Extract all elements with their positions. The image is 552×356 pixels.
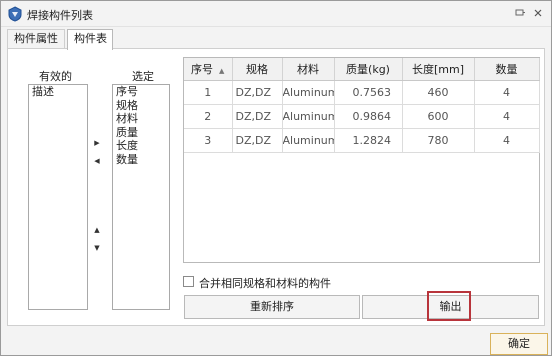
close-icon[interactable]: [531, 7, 545, 21]
tab-component-properties[interactable]: 构件属性: [7, 29, 65, 49]
table-cell: Aluminum: [282, 128, 335, 153]
window-title: 焊接构件列表: [27, 9, 93, 22]
table-cell: 460: [402, 80, 475, 105]
merge-checkbox-label[interactable]: 合并相同规格和材料的构件: [199, 275, 331, 291]
export-highlight-box: [427, 291, 471, 321]
table-row[interactable]: 2 DZ,DZ Aluminum 0.9864 600 4: [184, 104, 540, 129]
weld-app-icon: [7, 6, 23, 22]
table-cell: DZ,DZ: [232, 104, 283, 129]
tab-component-table[interactable]: 构件表: [67, 29, 113, 50]
selected-fields-label: 选定: [132, 70, 154, 83]
selected-fields-list[interactable]: 序号 规格 材料 质量 长度 数量: [112, 84, 170, 310]
table-cell: 3: [184, 128, 233, 153]
ok-button[interactable]: 确定: [490, 333, 548, 355]
list-item[interactable]: 数量: [113, 153, 169, 167]
table-cell: 4: [474, 80, 540, 105]
table-cell: Aluminum: [282, 104, 335, 129]
table-cell: 2: [184, 104, 233, 129]
table-cell: DZ,DZ: [232, 80, 283, 105]
dialog-window: 焊接构件列表 构件属性 构件表 有效的 描述 选定 序号 规格 材料 质量 长度…: [0, 0, 552, 356]
table-cell: DZ,DZ: [232, 128, 283, 153]
list-item[interactable]: 材料: [113, 112, 169, 126]
arrow-down-icon[interactable]: ▼: [92, 243, 102, 253]
column-header-material[interactable]: 材料: [282, 58, 335, 81]
list-item[interactable]: 描述: [29, 85, 87, 99]
column-header-index[interactable]: 序号 ▲: [184, 58, 233, 81]
title-bar: 焊接构件列表: [1, 1, 551, 27]
table-cell: 0.7563: [334, 80, 403, 105]
list-item[interactable]: 序号: [113, 85, 169, 99]
column-header-mass[interactable]: 质量(kg): [334, 58, 403, 81]
arrow-left-icon[interactable]: ◀: [92, 156, 102, 166]
arrow-up-icon[interactable]: ▲: [92, 225, 102, 235]
table-cell: 4: [474, 104, 540, 129]
column-header-quantity[interactable]: 数量: [474, 58, 540, 81]
table-header-row: 序号 ▲ 规格 材料 质量(kg) 长度[mm] 数量: [184, 58, 540, 81]
sort-ascending-icon: ▲: [219, 66, 225, 75]
list-item[interactable]: 质量: [113, 126, 169, 140]
table-cell: 1: [184, 80, 233, 105]
table-cell: 600: [402, 104, 475, 129]
resort-button[interactable]: 重新排序: [184, 295, 360, 319]
table-row[interactable]: 3 DZ,DZ Aluminum 1.2824 780 4: [184, 128, 540, 153]
table-cell: 4: [474, 128, 540, 153]
available-fields-list[interactable]: 描述: [28, 84, 88, 310]
list-item[interactable]: 长度: [113, 139, 169, 153]
available-fields-label: 有效的: [39, 70, 72, 83]
table-cell: Aluminum: [282, 80, 335, 105]
column-header-length[interactable]: 长度[mm]: [402, 58, 475, 81]
table-cell: 780: [402, 128, 475, 153]
table-cell: 1.2824: [334, 128, 403, 153]
column-header-spec[interactable]: 规格: [232, 58, 283, 81]
component-table: 序号 ▲ 规格 材料 质量(kg) 长度[mm] 数量 1 DZ,DZ Alumi…: [183, 57, 540, 263]
list-item[interactable]: 规格: [113, 99, 169, 113]
pin-icon[interactable]: [513, 7, 527, 21]
table-cell: 0.9864: [334, 104, 403, 129]
arrow-right-icon[interactable]: ▶: [92, 138, 102, 148]
table-row[interactable]: 1 DZ,DZ Aluminum 0.7563 460 4: [184, 80, 540, 105]
merge-checkbox[interactable]: [183, 276, 194, 287]
